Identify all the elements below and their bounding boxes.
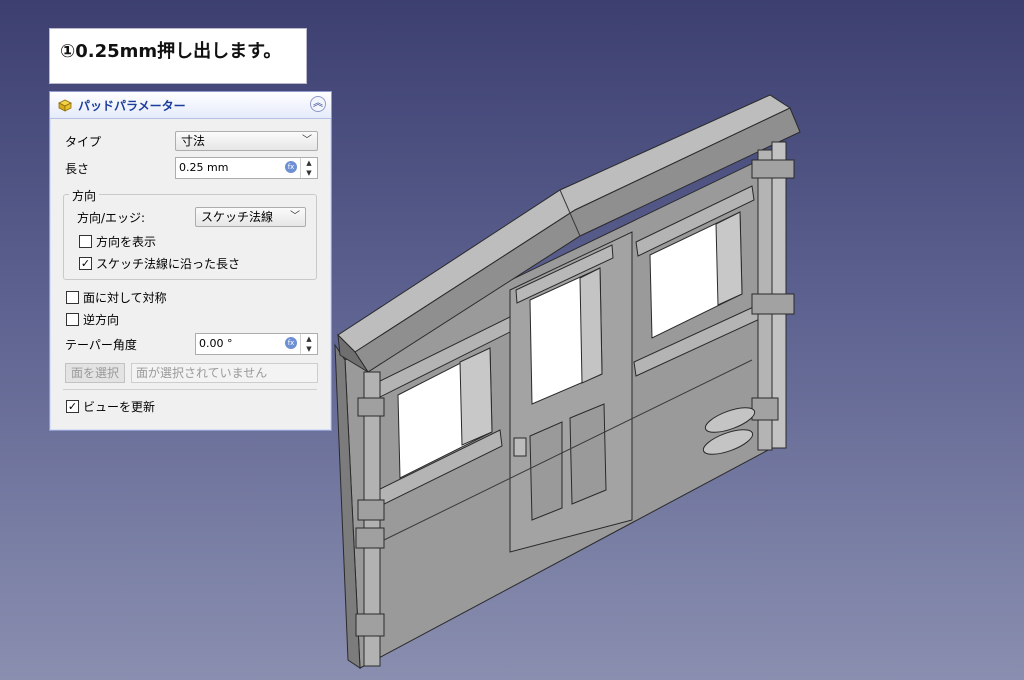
reversed-label: 逆方向 [83,313,120,327]
direction-edge-value: スケッチ法線 [201,210,274,224]
reversed-checkbox[interactable] [66,313,79,326]
direction-edge-combo[interactable]: スケッチ法線 ﹀ [195,207,306,227]
left-pillar-bracket-1 [357,397,385,417]
panel-title: パッドパラメーター [78,99,186,113]
along-sketch-normal-label: スケッチ法線に沿った長さ [96,257,241,271]
select-face-button[interactable]: 面を選択 [65,363,125,383]
type-combo[interactable]: 寸法 ﹀ [175,131,318,151]
instruction-caption: ①0.25mm押し出します。 [49,28,307,84]
spin-down-icon[interactable]: ▼ [301,344,317,354]
length-spin-arrows[interactable]: ▲ ▼ [300,158,317,178]
taper-angle-spinbox[interactable]: 0.00 ° fx ▲ ▼ [195,333,318,355]
separator [63,389,317,390]
spin-down-icon[interactable]: ▼ [301,168,317,178]
left-window-recess [459,347,493,446]
direction-group-title: 方向 [69,187,100,204]
taper-angle-value: 0.00 ° [199,337,233,350]
face-status-field: 面が選択されていません [131,363,318,383]
spin-up-icon[interactable]: ▲ [301,334,317,344]
right-window-recess [715,211,743,306]
update-view-label: ビューを更新 [83,400,156,414]
show-direction-label: 方向を表示 [96,235,157,249]
taper-spin-arrows[interactable]: ▲ ▼ [300,334,317,354]
direction-edge-label: 方向/エッジ: [77,211,146,225]
panel-body: タイプ 寸法 ﹀ 長さ 0.25 mm fx ▲ ▼ 方向 方向/エッジ: スケ… [51,119,330,429]
panel-header[interactable]: パッドパラメーター ︽ [50,92,331,119]
caption-text: ①0.25mm押し出します。 [60,41,282,62]
symmetric-checkbox[interactable] [66,291,79,304]
along-sketch-normal-checkbox[interactable]: ✓ [79,257,92,270]
door-lower-panel-right [569,403,607,505]
right-pillar-bracket-3 [751,397,779,421]
pad-parameters-panel: パッドパラメーター ︽ タイプ 寸法 ﹀ 長さ 0.25 mm fx ▲ ▼ 方… [49,91,332,431]
chevron-down-icon: ﹀ [290,211,300,222]
length-spinbox[interactable]: 0.25 mm fx ▲ ▼ [175,157,318,179]
left-pillar-bracket-3 [355,527,385,549]
door-window-recess [579,267,603,384]
collapse-chevron-icon[interactable]: ︽ [310,96,326,112]
update-view-checkbox[interactable]: ✓ [66,400,79,413]
door-lower-panel-left [529,421,563,521]
type-label: タイプ [65,135,102,149]
left-pillar-bracket-4 [355,613,385,637]
length-value: 0.25 mm [179,161,229,174]
length-label: 長さ [65,162,90,176]
chevron-down-icon: ﹀ [302,135,312,146]
right-pillar-bracket-2 [751,293,795,315]
symmetric-label: 面に対して対称 [83,291,167,305]
door-handle [513,437,527,457]
left-pillar-bracket-2 [357,499,385,521]
type-combo-value: 寸法 [181,134,206,148]
right-pillar-bracket-1 [751,159,795,179]
show-direction-checkbox[interactable] [79,235,92,248]
expression-fx-icon[interactable]: fx [285,161,297,173]
spin-up-icon[interactable]: ▲ [301,158,317,168]
pad-feature-icon [58,99,72,112]
taper-angle-label: テーパー角度 [65,338,137,352]
expression-fx-icon[interactable]: fx [285,337,297,349]
